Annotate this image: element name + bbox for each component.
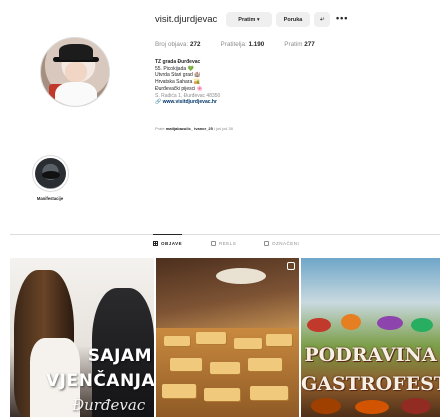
tagged-icon bbox=[264, 241, 269, 246]
profile-stats: Broj objava: 272 Pratitelja: 1.190 Prati… bbox=[155, 41, 315, 48]
grid-icon bbox=[153, 241, 158, 246]
suggest-users-button[interactable]: +² bbox=[314, 12, 330, 27]
tab-label: OBJAVE bbox=[161, 241, 183, 246]
post-image-food bbox=[307, 318, 331, 332]
carousel-icon bbox=[287, 262, 295, 270]
post-image-food bbox=[311, 398, 341, 414]
post-tile[interactable] bbox=[156, 258, 299, 417]
tab-label: REELS bbox=[219, 241, 237, 246]
bio-website-link[interactable]: 🔗 www.visitdjurdjevac.hr bbox=[155, 99, 355, 106]
following-button[interactable]: Pratim ▾ bbox=[226, 12, 272, 27]
avatar-shirt bbox=[55, 82, 97, 106]
post-caption-text: PODRAVINA bbox=[304, 344, 437, 366]
post-image-food bbox=[411, 318, 433, 332]
reels-icon bbox=[211, 241, 216, 246]
tab-tagged[interactable]: OZNAČENI bbox=[264, 241, 299, 246]
post-caption-text: Đurđevac bbox=[72, 396, 146, 414]
post-image-pastry bbox=[248, 358, 282, 371]
post-image-pastry bbox=[162, 384, 196, 398]
post-image-plate bbox=[216, 268, 266, 284]
stat-followers[interactable]: Pratitelja: 1.190 bbox=[221, 41, 265, 48]
post-tile[interactable]: PODRAVINA GASTROFEST bbox=[301, 258, 440, 417]
profile-bio: TZ grada Đurđevac 55. Picokijada 💚 Utvrd… bbox=[155, 59, 355, 106]
posts-grid: SAJAM VJENČANJA Đurđevac PODRAVINA GASTR… bbox=[10, 258, 440, 417]
profile-header: visit.djurdjevac Pratim ▾ Poruka +² ••• … bbox=[0, 0, 440, 150]
post-image-food bbox=[341, 314, 361, 330]
bio-name: TZ grada Đurđevac bbox=[155, 59, 201, 65]
highlight-label: Manifestacije bbox=[36, 196, 64, 201]
profile-username: visit.djurdjevac bbox=[155, 14, 218, 25]
post-image-pastry bbox=[234, 338, 262, 349]
followed-by[interactable]: Prate matijabazulic_ ivanor_25 i još još… bbox=[155, 126, 233, 131]
post-image-pastry bbox=[170, 358, 202, 371]
profile-tabs: OBJAVE REELS OZNAČENI bbox=[0, 234, 440, 257]
post-image-food bbox=[401, 398, 431, 414]
message-button[interactable]: Poruka bbox=[276, 12, 310, 27]
post-caption-text: SAJAM bbox=[87, 346, 152, 366]
stat-following[interactable]: Pratim 277 bbox=[284, 41, 314, 48]
highlight-ring bbox=[31, 155, 69, 192]
post-image-food bbox=[355, 400, 389, 414]
stat-posts: Broj objava: 272 bbox=[155, 41, 201, 48]
post-image-pastry bbox=[196, 332, 226, 344]
post-image-pastry bbox=[266, 334, 292, 346]
add-user-icon: +² bbox=[319, 16, 325, 23]
post-caption-text: VJENČANJA bbox=[46, 371, 154, 391]
avatar-face bbox=[65, 62, 87, 82]
tab-posts[interactable]: OBJAVE bbox=[153, 234, 183, 246]
post-image-pastry bbox=[210, 362, 240, 374]
post-image-pastry bbox=[204, 388, 240, 401]
tab-label: OZNAČENI bbox=[272, 241, 300, 246]
highlight-cover-image bbox=[34, 158, 66, 189]
highlight-manifestacije[interactable]: Manifestacije bbox=[30, 155, 70, 201]
post-image-food bbox=[377, 316, 403, 330]
more-options-icon[interactable]: ••• bbox=[336, 13, 348, 23]
bio-line: Đurđevački pijesci 🌸 bbox=[155, 85, 203, 92]
profile-avatar[interactable] bbox=[40, 37, 110, 107]
post-caption-text: GASTROFEST bbox=[301, 373, 440, 395]
post-image-pastry bbox=[250, 386, 288, 400]
post-tile[interactable]: SAJAM VJENČANJA Đurđevac bbox=[10, 258, 154, 417]
bio-line: Hrvatska Sahara 🏜️ bbox=[155, 79, 200, 86]
avatar-hat bbox=[59, 44, 93, 60]
post-image-pastry bbox=[164, 336, 190, 346]
tab-reels[interactable]: REELS bbox=[211, 241, 236, 246]
